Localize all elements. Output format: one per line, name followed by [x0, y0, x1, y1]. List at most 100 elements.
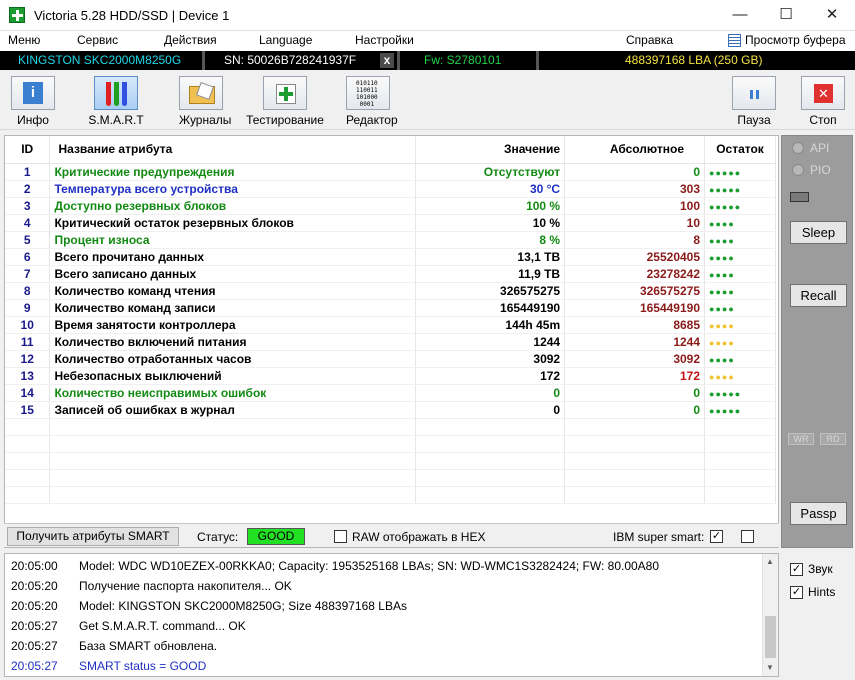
cell-remaining: ●●●●: [704, 214, 776, 232]
scroll-thumb[interactable]: [765, 616, 776, 658]
device-model[interactable]: KINGSTON SKC2000M8250G: [18, 53, 181, 69]
health-dots: ●●●●●: [709, 201, 742, 212]
menu-main[interactable]: Меню: [8, 33, 40, 47]
cell-name: Количество команд чтения: [49, 282, 417, 300]
empty-cell: [5, 435, 51, 453]
empty-cell: [704, 435, 776, 453]
empty-cell: [564, 435, 706, 453]
testing-button[interactable]: Тестирование: [246, 76, 324, 127]
window-title: Victoria 5.28 HDD/SSD | Device 1: [34, 8, 230, 23]
close-button[interactable]: ✕: [809, 0, 855, 31]
empty-cell: [49, 469, 417, 487]
table-row[interactable]: 12 Количество отработанных часов 3092 3092 ●…: [5, 350, 776, 368]
health-dots: ●●●●: [709, 354, 735, 365]
menu-buffer-view[interactable]: Просмотр буфера: [728, 33, 846, 47]
smart-button[interactable]: S.M.A.R.T: [88, 76, 144, 127]
log-time: 20:05:27: [11, 619, 58, 633]
cell-remaining: ●●●●: [704, 333, 776, 351]
table-row[interactable]: 15 Записей об ошибках в журнал 0 0 ●●●●●: [5, 401, 776, 419]
empty-cell: [415, 486, 566, 504]
table-row[interactable]: 6 Всего прочитано данных 13,1 TB 25520405 ●●…: [5, 248, 776, 266]
folder-icon: [179, 76, 223, 110]
table-row[interactable]: 8 Количество команд чтения 326575275 326575…: [5, 282, 776, 300]
cell-name: Количество команд записи: [49, 299, 417, 317]
cell-value: 10 %: [415, 214, 566, 232]
pause-button[interactable]: Пауза: [732, 76, 776, 127]
title-bar: Victoria 5.28 HDD/SSD | Device 1 — ☐ ✕: [0, 0, 855, 31]
ibm-smart-checkbox[interactable]: ✓: [710, 530, 723, 543]
first-aid-icon: [263, 76, 307, 110]
device-close-button[interactable]: x: [380, 53, 394, 68]
extra-checkbox[interactable]: [741, 530, 754, 543]
column-header-absolute[interactable]: Абсолютное: [564, 136, 706, 164]
column-header-remaining[interactable]: Остаток: [704, 136, 776, 164]
cell-id: 10: [5, 316, 51, 334]
empty-row: [5, 418, 776, 436]
cell-name: Количество отработанных часов: [49, 350, 417, 368]
sleep-button[interactable]: Sleep: [790, 221, 847, 244]
log-line: 20:05:27 База SMART обновлена.: [11, 639, 217, 653]
menu-service[interactable]: Сервис: [77, 33, 118, 47]
binary-icon: 010110 110011 101000 0001: [346, 76, 390, 110]
empty-cell: [415, 469, 566, 487]
column-header-id[interactable]: ID: [5, 136, 51, 164]
menu-bar: Меню Сервис Действия Language Настройки …: [0, 31, 855, 51]
editor-button[interactable]: 010110 110011 101000 0001 Редактор: [346, 76, 398, 127]
table-row[interactable]: 5 Процент износа 8 % 8 ●●●●: [5, 231, 776, 249]
cell-id: 11: [5, 333, 51, 351]
cell-name: Всего записано данных: [49, 265, 417, 283]
log-line: 20:05:20 Model: KINGSTON SKC2000M8250G; S…: [11, 599, 407, 613]
cell-remaining: ●●●●●: [704, 384, 776, 402]
table-row[interactable]: 1 Критические предупреждения Отсутствуют 0 ●…: [5, 163, 776, 181]
column-header-value[interactable]: Значение: [415, 136, 566, 164]
sound-checkbox[interactable]: ✓: [790, 563, 803, 576]
table-row[interactable]: 2 Температура всего устройства 30 °C 303 ●●●…: [5, 180, 776, 198]
minimize-button[interactable]: —: [717, 0, 763, 31]
passp-button[interactable]: Passp: [790, 502, 847, 525]
table-row[interactable]: 11 Количество включений питания 1244 1244 ●●…: [5, 333, 776, 351]
smart-table: ID Название атрибута Значение Абсолютное…: [5, 136, 776, 504]
table-row[interactable]: 3 Доступно резервных блоков 100 % 100 ●●●●●: [5, 197, 776, 215]
hints-checkbox[interactable]: ✓: [790, 586, 803, 599]
cell-id: 9: [5, 299, 51, 317]
cell-remaining: ●●●●●: [704, 163, 776, 181]
status-badge: GOOD: [247, 528, 305, 545]
pio-label: PIO: [810, 163, 831, 177]
logs-button[interactable]: Журналы: [179, 76, 231, 127]
empty-cell: [49, 435, 417, 453]
recall-button[interactable]: Recall: [790, 284, 847, 307]
cell-absolute: 25520405: [564, 248, 706, 266]
menu-help[interactable]: Справка: [626, 33, 673, 47]
info-button[interactable]: i Инфо: [11, 76, 55, 127]
divider: [536, 51, 539, 70]
raw-hex-checkbox[interactable]: [334, 530, 347, 543]
scroll-down-icon[interactable]: ▼: [766, 663, 774, 672]
cell-remaining: ●●●●●: [704, 401, 776, 419]
menu-actions[interactable]: Действия: [164, 33, 217, 47]
table-row[interactable]: 9 Количество команд записи 165449190 165449…: [5, 299, 776, 317]
menu-buffer-label: Просмотр буфера: [745, 33, 846, 47]
table-row[interactable]: 7 Всего записано данных 11,9 TB 23278242 ●●●…: [5, 265, 776, 283]
pio-radio[interactable]: [792, 164, 804, 176]
empty-cell: [564, 486, 706, 504]
table-row[interactable]: 14 Количество неисправимых ошибок 0 0 ●●●●●: [5, 384, 776, 402]
maximize-button[interactable]: ☐: [763, 0, 809, 31]
empty-row: [5, 469, 776, 487]
get-smart-button[interactable]: Получить атрибуты SMART: [7, 527, 179, 546]
log-scrollbar[interactable]: ▲ ▼: [762, 554, 778, 676]
table-row[interactable]: 4 Критический остаток резервных блоков 10 …: [5, 214, 776, 232]
table-row[interactable]: 13 Небезопасных выключений 172 172 ●●●●: [5, 367, 776, 385]
menu-settings[interactable]: Настройки: [355, 33, 414, 47]
control-panel: API PIO Sleep Recall WR RD Passp: [781, 135, 853, 548]
cell-name: Критические предупреждения: [49, 163, 417, 181]
api-radio[interactable]: [792, 142, 804, 154]
column-header-name[interactable]: Название атрибута: [49, 136, 417, 164]
cell-remaining: ●●●●: [704, 316, 776, 334]
health-dots: ●●●●: [709, 371, 735, 382]
menu-language[interactable]: Language: [259, 33, 312, 47]
cell-id: 2: [5, 180, 51, 198]
table-row[interactable]: 10 Время занятости контроллера 144h 45m 868…: [5, 316, 776, 334]
stop-button[interactable]: ✕ Стоп: [801, 76, 845, 127]
scroll-up-icon[interactable]: ▲: [766, 557, 774, 566]
table-header-row: ID Название атрибута Значение Абсолютное…: [5, 136, 776, 164]
